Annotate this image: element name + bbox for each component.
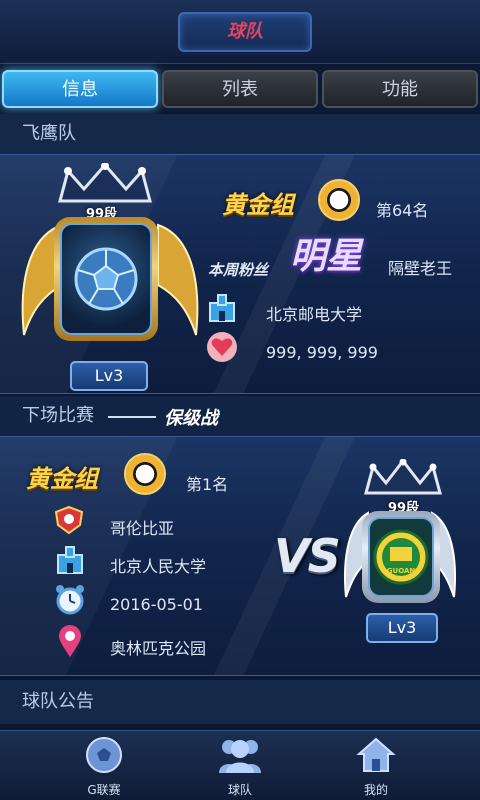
team-fans-count: 999, 999, 999	[266, 343, 378, 362]
tab-bar: 信息 列表 功能	[0, 68, 480, 112]
match-type: 保级战	[164, 408, 218, 429]
team-badge	[54, 217, 158, 341]
crown-icon	[58, 163, 152, 203]
opponent-name: 哥伦比亚	[110, 519, 175, 538]
school-icon	[57, 546, 83, 574]
tab-functions[interactable]: 功能	[322, 70, 478, 108]
fan-name: 隔壁老王	[388, 259, 453, 278]
nav-label-team: 球队	[227, 783, 252, 797]
crown-icon	[364, 459, 442, 495]
guoan-logo-icon: GUOAN	[373, 529, 429, 585]
bottom-nav: G联赛 球队 我的	[0, 730, 480, 800]
page-title: 球队	[178, 12, 312, 52]
opponent-school: 北京人民大学	[110, 557, 207, 576]
school-icon	[209, 294, 235, 322]
team-name-heading: 飞鹰队	[0, 114, 480, 154]
match-date: 2016-05-01	[110, 595, 203, 614]
home-icon	[356, 737, 396, 772]
heart-icon	[207, 332, 237, 362]
heading-divider	[108, 416, 156, 418]
tab-info[interactable]: 信息	[2, 70, 158, 108]
match-position: 第1名	[186, 475, 229, 494]
match-group-label: 黄金组	[26, 465, 98, 493]
fan-label: 本周粉丝	[208, 261, 269, 279]
team-level-badge: Lv3	[70, 361, 148, 391]
right-wing-icon	[157, 223, 199, 336]
nav-label-mine: 我的	[363, 783, 388, 797]
nav-label-league: G联赛	[87, 783, 121, 797]
team-ball-icon	[74, 247, 138, 311]
next-match-label: 下场比赛	[22, 405, 94, 426]
team-info-panel: 99段 Lv3 黄金组 第64名 本周粉丝 明星 隔壁老王 北京邮电大学 999…	[0, 154, 480, 394]
location-pin-icon	[59, 625, 81, 657]
match-venue: 奥林匹克公园	[110, 639, 207, 658]
team-school: 北京邮电大学	[266, 305, 363, 324]
team-position: 第64名	[376, 201, 429, 220]
team-icon	[219, 740, 261, 773]
nav-item-mine[interactable]: 我的	[326, 735, 426, 798]
nav-item-team[interactable]: 球队	[190, 735, 290, 798]
next-match-panel: 黄金组 第1名 哥伦比亚 北京人民大学 2016-05-01 奥林匹克公园 VS…	[0, 436, 480, 676]
next-match-heading: 下场比赛	[0, 396, 480, 436]
nav-item-league[interactable]: G联赛	[54, 735, 154, 798]
opponent-badge: GUOAN	[362, 511, 440, 603]
alarm-clock-icon	[56, 585, 84, 615]
team-group-label: 黄金组	[222, 191, 294, 219]
gold-medal-icon	[124, 453, 166, 495]
opponent-level-badge: Lv3	[366, 613, 438, 643]
announcement-heading[interactable]: 球队公告	[0, 680, 480, 724]
opponent-crest-icon	[54, 505, 84, 535]
gold-medal-icon	[318, 179, 360, 221]
star-fan-badge: 明星	[290, 236, 363, 277]
soccer-ball-icon	[86, 737, 122, 773]
opponent-logo-text: GUOAN	[387, 567, 416, 575]
vs-label: VS	[274, 529, 341, 583]
tab-list[interactable]: 列表	[162, 70, 318, 108]
top-bar: 球队	[0, 0, 480, 64]
